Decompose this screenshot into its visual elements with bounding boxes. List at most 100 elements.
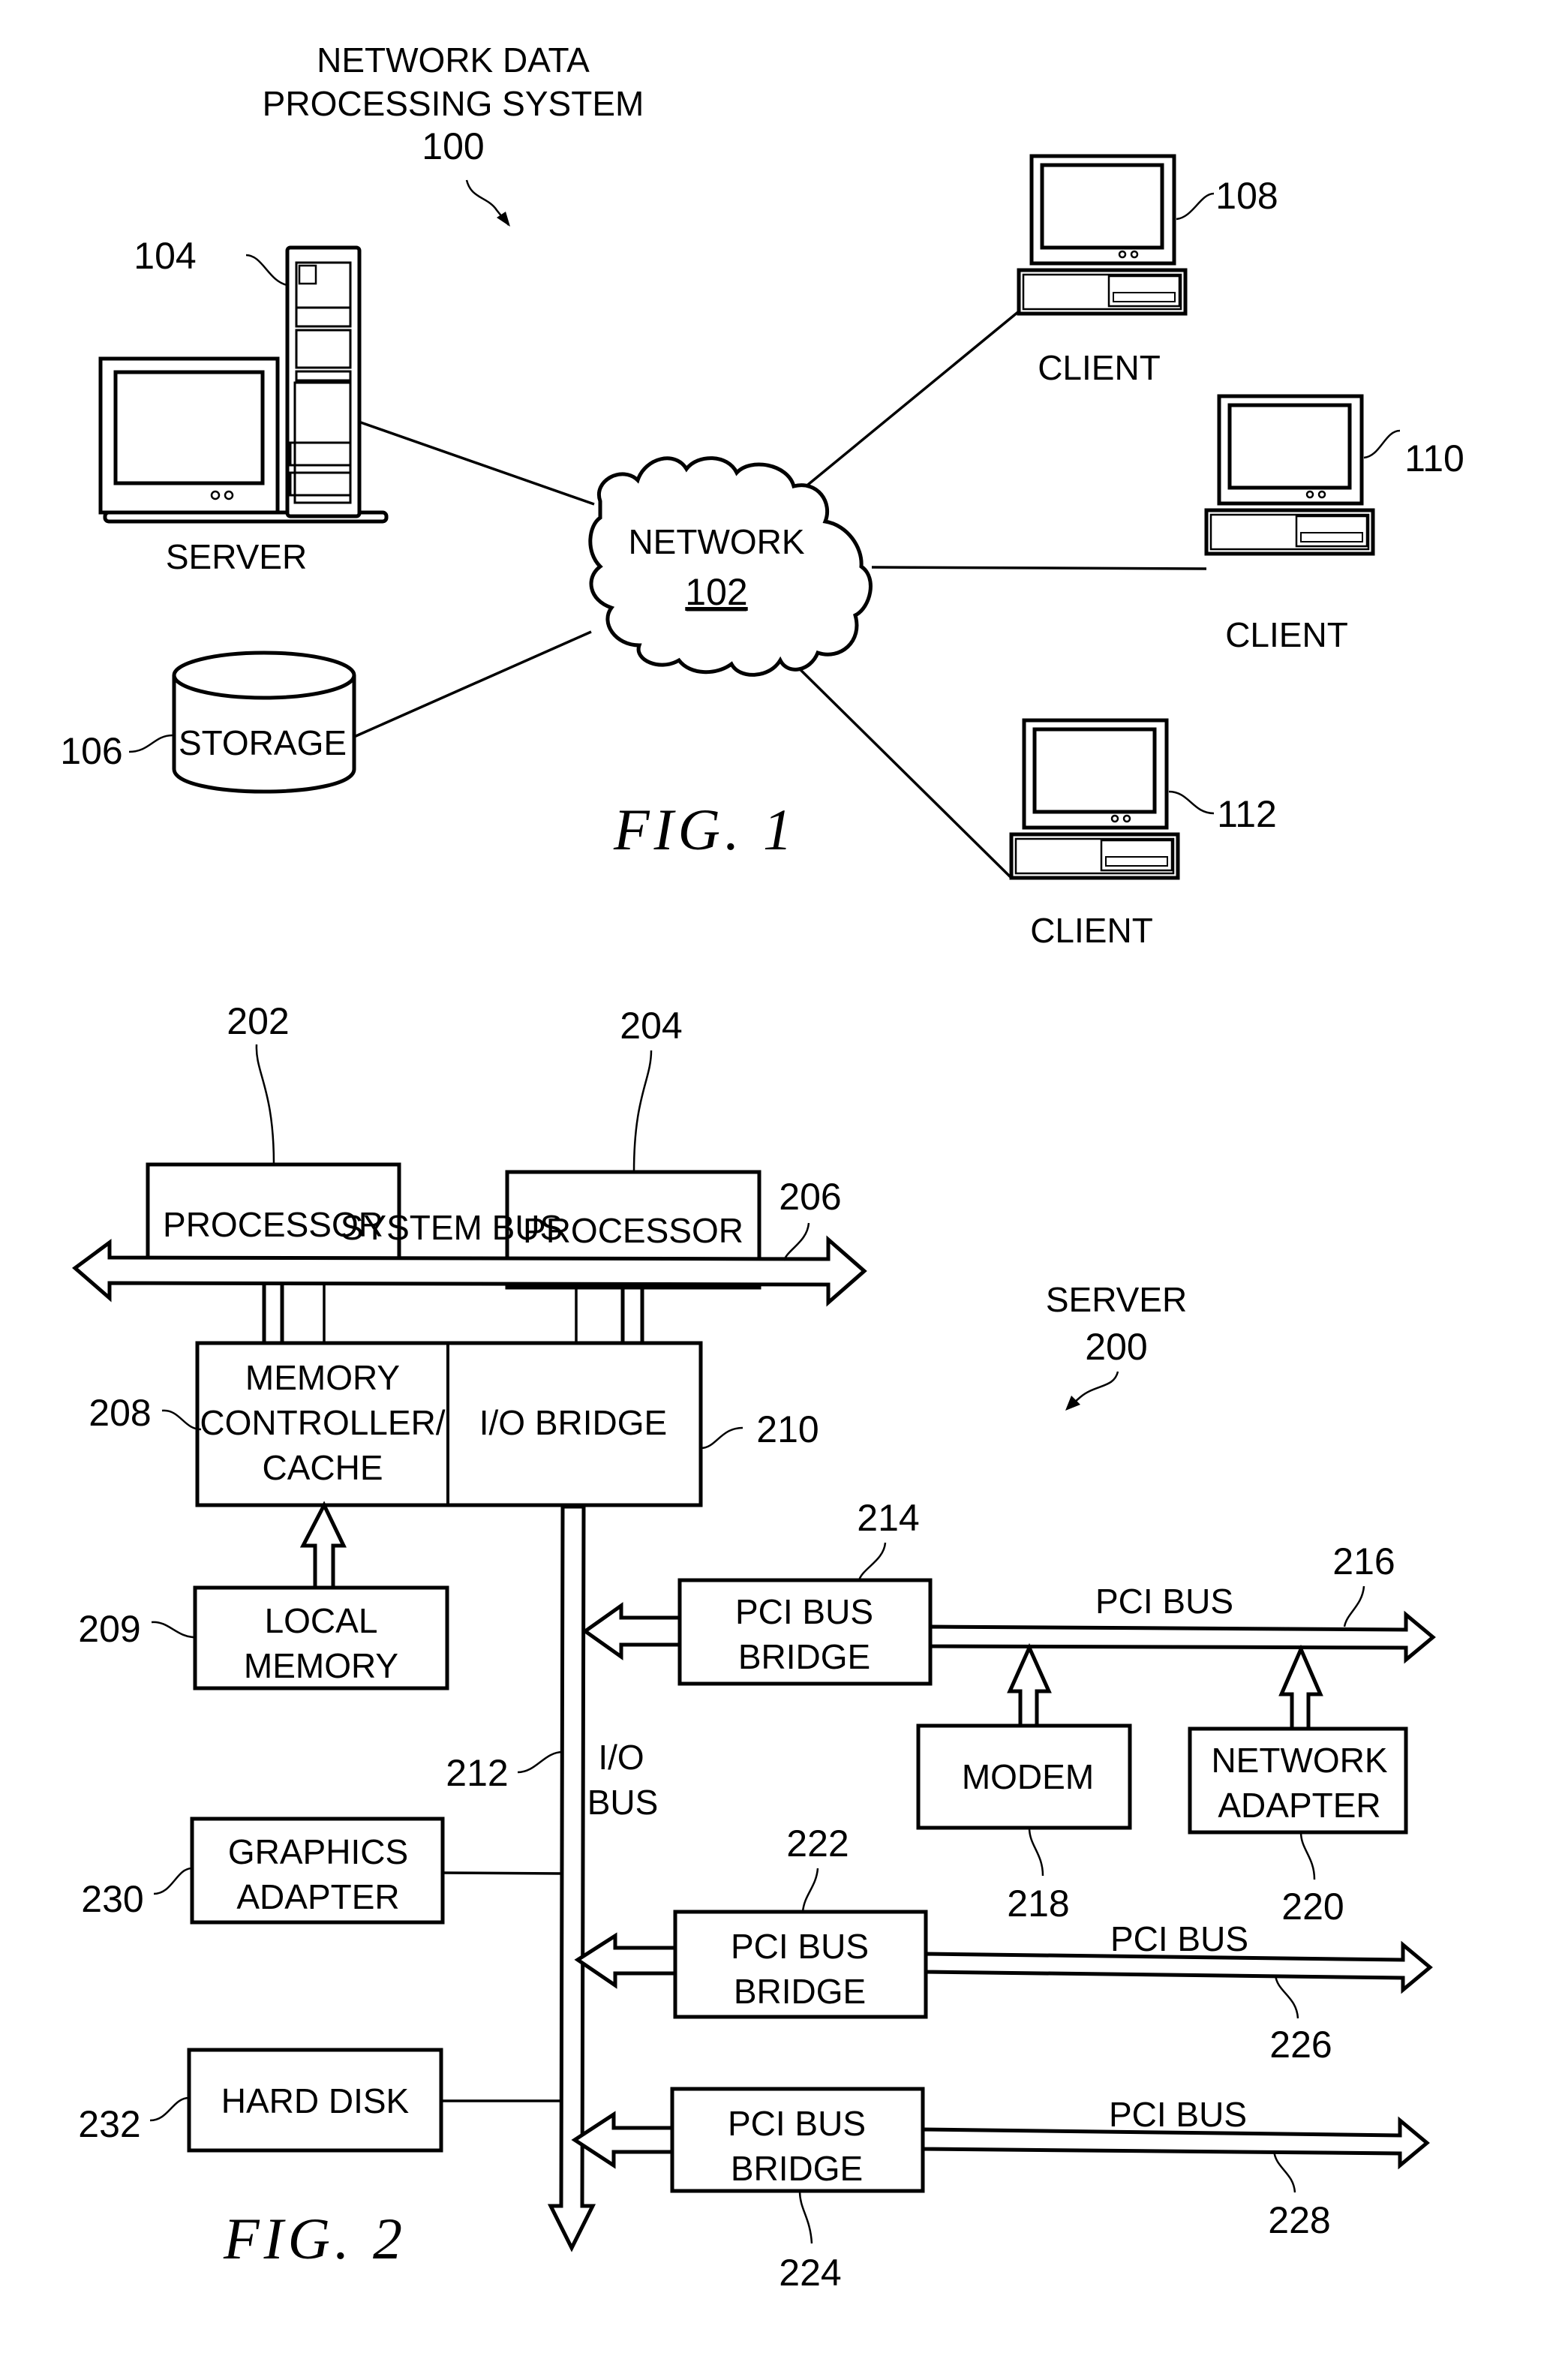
client-110-ref: 110 [1404, 437, 1464, 479]
network-adapter-leader [1299, 1832, 1316, 1880]
network-adapter-to-pci-bus-arrow-icon [1278, 1644, 1323, 1731]
link-client108-network [803, 310, 1020, 489]
iobridge-ref: 210 [756, 1408, 819, 1450]
local-memory-leader [151, 1621, 196, 1639]
network-adapter-label-line2: ADAPTER [1218, 1786, 1380, 1825]
pci-bus-228-ref: 228 [1268, 2199, 1330, 2241]
modem-label: MODEM [962, 1757, 1094, 1796]
fig1-title-line1: NETWORK DATA [317, 41, 590, 80]
pci-bridge-224-leader [798, 2190, 813, 2244]
network-label: NETWORK [628, 522, 804, 561]
graphics-adapter-connector [442, 1871, 563, 1875]
io-bus-label-line2: BUS [587, 1783, 659, 1822]
fig2-title: SERVER [1046, 1280, 1187, 1319]
pci-bus-216-label: PCI BUS [1095, 1582, 1233, 1621]
server-ref: 104 [134, 235, 196, 277]
processor-204-ref: 204 [620, 1005, 682, 1047]
fig2-caption: FIG. 2 [223, 2206, 407, 2271]
pci-bridge-214-label-line1: PCI BUS [735, 1592, 873, 1631]
pci-bus-228-leader [1272, 2150, 1296, 2193]
memctl-label-line1: MEMORY [245, 1358, 400, 1397]
server-leader [245, 254, 288, 287]
pci-bridge-222-ref: 222 [786, 1823, 849, 1865]
link-server-network [358, 420, 595, 506]
client-112-ref: 112 [1217, 793, 1277, 835]
fig1-title-line2: PROCESSING SYSTEM [263, 84, 644, 123]
fig1-title-arrow-icon [465, 179, 510, 227]
io-bus-label-line1: I/O [598, 1738, 644, 1777]
pci-bridge-224-to-iobus-arrow-icon [571, 2111, 674, 2169]
pci-bus-216-leader [1343, 1585, 1365, 1627]
server-icon [98, 245, 389, 524]
memctl-label-line2: CONTROLLER/ [200, 1403, 445, 1442]
graphics-adapter-leader [153, 1867, 193, 1895]
fig2-title-arrow-icon [1065, 1371, 1119, 1411]
pci-bridge-214-to-iobus-arrow-icon [581, 1602, 682, 1660]
iobridge-leader [700, 1426, 743, 1450]
local-memory-to-memctl-arrow-icon [299, 1501, 347, 1590]
hard-disk-ref: 232 [78, 2103, 140, 2145]
modem-to-pci-bus-arrow-icon [1007, 1642, 1052, 1728]
graphics-adapter-label-line2: ADAPTER [236, 1877, 399, 1916]
memctl-label-line3: CACHE [262, 1448, 383, 1487]
memctl-ref: 208 [89, 1392, 151, 1434]
fig1: NETWORK DATA PROCESSING SYSTEM 100 104 S… [60, 41, 1464, 950]
pci-bus-226-label: PCI BUS [1110, 1919, 1248, 1958]
pci-bridge-224-ref: 224 [779, 2252, 841, 2294]
hard-disk-label: HARD DISK [221, 2081, 410, 2120]
graphics-adapter-label-line1: GRAPHICS [228, 1832, 408, 1871]
client-112-leader [1168, 790, 1215, 815]
local-memory-label-line2: MEMORY [244, 1646, 398, 1685]
pci-bridge-222-label-line2: BRIDGE [734, 1972, 866, 2011]
fig1-caption: FIG. 1 [613, 797, 797, 862]
storage-label: STORAGE [179, 723, 347, 762]
pci-bus-228-label: PCI BUS [1109, 2095, 1247, 2134]
pci-bus-216-ref: 216 [1332, 1540, 1395, 1582]
modem-ref: 218 [1007, 1883, 1069, 1925]
processor-202-ref: 202 [227, 1000, 289, 1042]
network-cloud-icon [588, 456, 873, 677]
io-bus-ref: 212 [446, 1752, 508, 1794]
io-bus-leader [517, 1750, 563, 1774]
storage-ref: 106 [60, 730, 122, 772]
pci-bridge-224-label-line1: PCI BUS [728, 2104, 866, 2143]
pci-bus-226-leader [1274, 1974, 1299, 2019]
client-108-label: CLIENT [1038, 348, 1161, 387]
server-label: SERVER [166, 537, 307, 576]
pci-bridge-224-label-line2: BRIDGE [731, 2149, 863, 2188]
storage-cylinder-icon [172, 651, 356, 794]
system-bus-label: SYSTEM BUS [341, 1208, 563, 1247]
link-client110-network [871, 566, 1207, 570]
pci-bus-226-ref: 226 [1269, 2024, 1332, 2066]
pci-bridge-214-ref: 214 [857, 1497, 919, 1539]
pci-bridge-222-to-iobus-arrow-icon [574, 1932, 677, 1989]
client-110-label: CLIENT [1225, 615, 1348, 654]
link-client112-network [783, 653, 1013, 879]
client-108-ref: 108 [1215, 175, 1278, 217]
fig2-title-ref: 200 [1085, 1326, 1147, 1368]
pci-bridge-222-label-line1: PCI BUS [731, 1927, 869, 1966]
client-110-computer-icon [1204, 394, 1375, 556]
storage-leader [128, 734, 173, 753]
hard-disk-leader [149, 2096, 190, 2122]
client-108-leader [1176, 192, 1215, 221]
network-ref: 102 [685, 571, 747, 613]
local-memory-ref: 209 [78, 1608, 140, 1650]
pci-bridge-214-label-line2: BRIDGE [738, 1637, 870, 1676]
patent-drawing-sheet: NETWORK DATA PROCESSING SYSTEM 100 104 S… [60, 41, 1464, 2294]
link-storage-network [353, 630, 592, 738]
pci-bridge-222-leader [801, 1868, 819, 1913]
system-bus-ref: 206 [779, 1176, 841, 1218]
fig2: SERVER 200 PROCESSOR 202 PROCESSOR 204 S… [72, 1000, 1436, 2294]
client-110-leader [1363, 429, 1401, 459]
memctl-leader [161, 1409, 202, 1431]
modem-leader [1028, 1827, 1044, 1877]
network-adapter-ref: 220 [1281, 1886, 1344, 1928]
local-memory-label-line1: LOCAL [265, 1601, 378, 1640]
client-112-label: CLIENT [1030, 911, 1153, 950]
pci-bus-216-arrow [928, 1610, 1436, 1664]
pci-bridge-214-leader [858, 1542, 887, 1581]
processor-204-leader [632, 1050, 653, 1173]
graphics-adapter-ref: 230 [81, 1878, 143, 1920]
client-108-computer-icon [1017, 154, 1188, 316]
